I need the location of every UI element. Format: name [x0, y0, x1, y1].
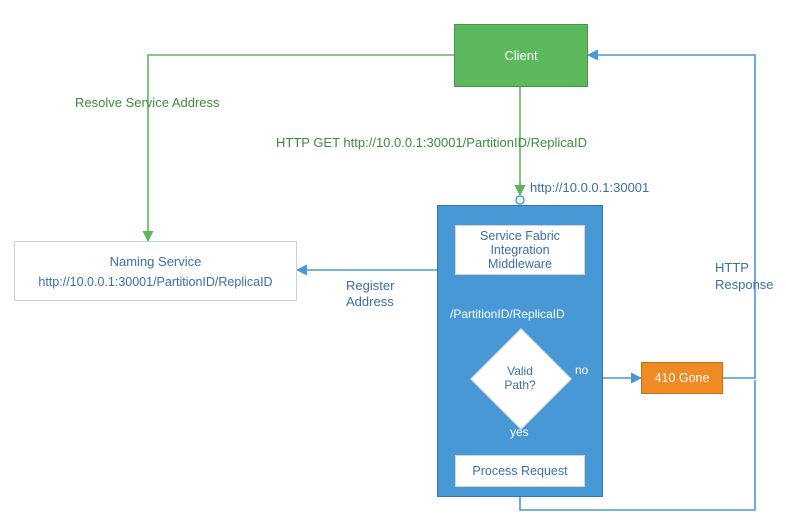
naming-service-node: Naming Service http://10.0.0.1:30001/Par…	[14, 241, 297, 301]
middleware-node: Service Fabric Integration Middleware	[455, 225, 585, 275]
process-request-node: Process Request	[455, 455, 585, 487]
label-resolve: Resolve Service Address	[75, 95, 220, 110]
label-yes: yes	[510, 425, 529, 439]
client-node: Client	[454, 24, 588, 87]
label-http-response: HTTP Response	[715, 260, 774, 294]
gone-node: 410 Gone	[641, 362, 723, 394]
naming-service-url: http://10.0.0.1:30001/PartitionID/Replic…	[38, 275, 272, 289]
label-http-get: HTTP GET http://10.0.0.1:30001/Partition…	[276, 135, 587, 150]
naming-service-title: Naming Service	[110, 254, 202, 269]
label-path-segment: /PartitionID/ReplicaID	[450, 307, 565, 321]
connector-circle	[516, 196, 524, 204]
label-no: no	[575, 363, 588, 377]
client-label: Client	[504, 48, 537, 63]
edge-response-from-gone	[588, 55, 755, 378]
valid-path-label: Valid Path?	[485, 343, 555, 413]
label-register: Register Address	[346, 278, 394, 311]
label-listen-url: http://10.0.0.1:30001	[530, 180, 649, 195]
gone-label: 410 Gone	[655, 371, 710, 385]
